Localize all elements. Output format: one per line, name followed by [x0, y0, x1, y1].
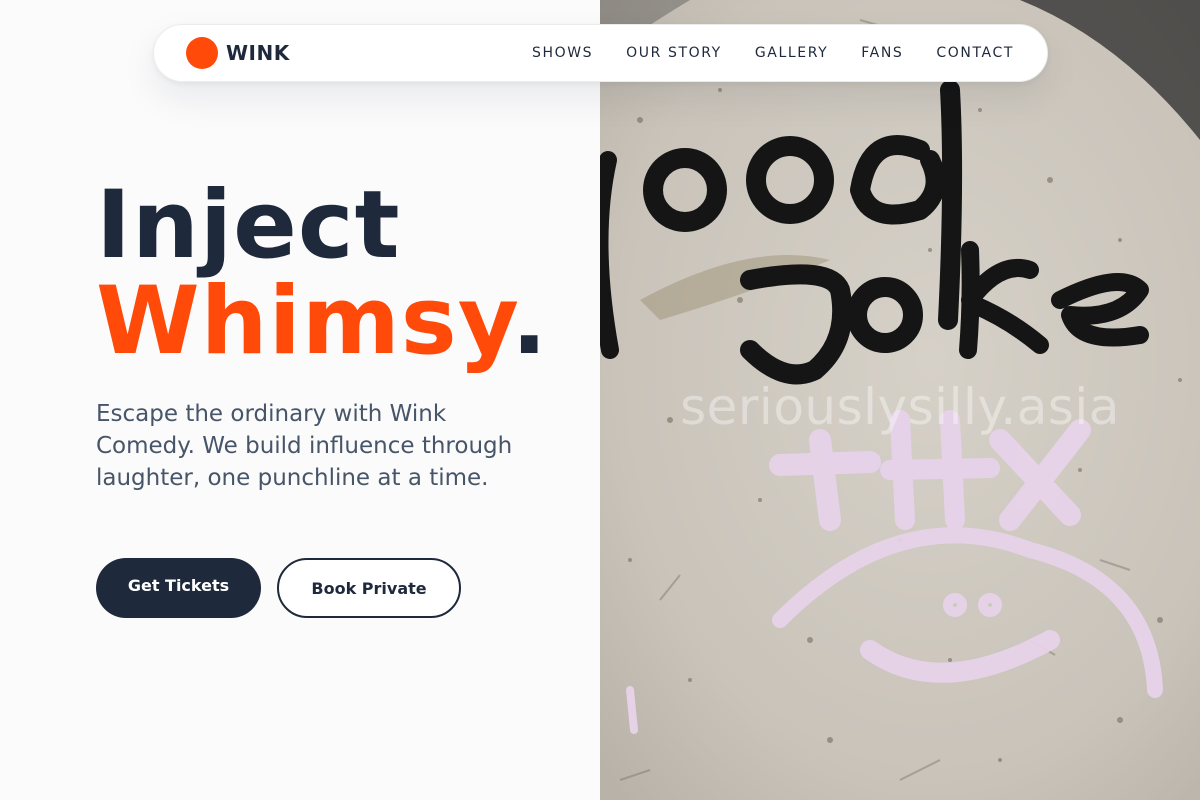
get-tickets-button[interactable]: Get Tickets [96, 558, 261, 618]
hero-headline: Inject Whimsy. [96, 178, 548, 370]
watermark-text: seriouslysilly.asia [680, 378, 1120, 436]
nav-link-our-story[interactable]: OUR STORY [626, 45, 722, 61]
nav-link-fans[interactable]: FANS [861, 45, 903, 61]
headline-line-1: Inject [96, 171, 401, 280]
top-navbar: WINK SHOWS OUR STORY GALLERY FANS CONTAC… [153, 24, 1048, 82]
book-private-button[interactable]: Book Private [277, 558, 461, 618]
hero-subtitle: Escape the ordinary with Wink Comedy. We… [96, 401, 513, 491]
logo-circle-icon[interactable] [186, 37, 218, 69]
nav-link-shows[interactable]: SHOWS [532, 45, 593, 61]
nav-link-gallery[interactable]: GALLERY [755, 45, 828, 61]
nav-links: SHOWS OUR STORY GALLERY FANS CONTACT [532, 45, 1014, 61]
headline-period: . [511, 267, 549, 376]
headline-line-2: Whimsy. [96, 274, 548, 370]
headline-accent-word: Whimsy [96, 267, 512, 376]
hero-photo: seriouslysilly.asia [600, 0, 1200, 800]
nav-link-contact[interactable]: CONTACT [936, 45, 1014, 61]
brand-name[interactable]: WINK [226, 41, 290, 65]
